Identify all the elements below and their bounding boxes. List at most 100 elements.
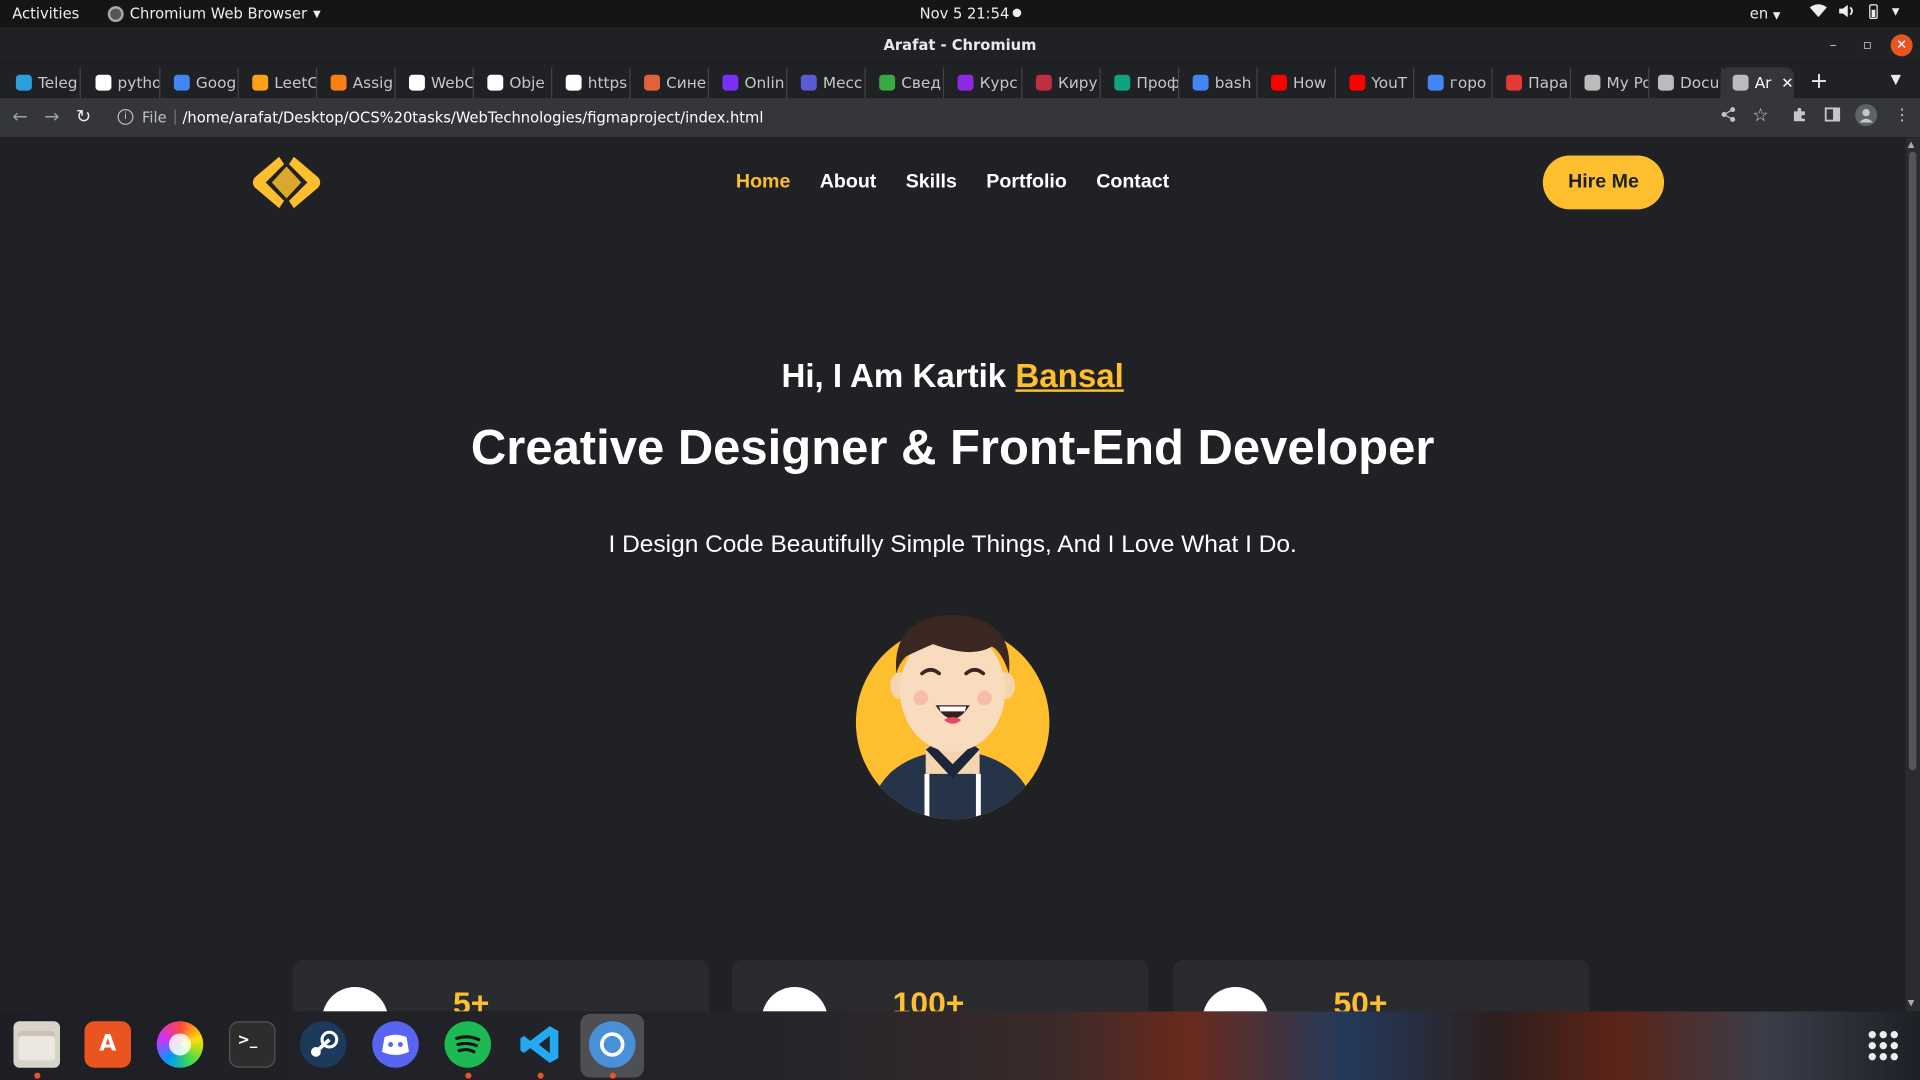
clock[interactable]: Nov 5 21:54: [920, 5, 1010, 22]
nav-link-skills[interactable]: Skills: [906, 171, 957, 193]
spotify-icon[interactable]: [444, 1021, 492, 1068]
github-icon: [95, 74, 112, 91]
browser-tab[interactable]: LeetC: [240, 67, 318, 98]
steam-icon[interactable]: [300, 1021, 347, 1068]
tab-label: How: [1293, 73, 1327, 92]
tab-strip: + ▼ Teleg pytho Goog LeetC Assig WebC Obje http…: [0, 63, 1920, 98]
nav-link-portfolio[interactable]: Portfolio: [986, 171, 1067, 193]
scheme-label: File: [142, 108, 167, 127]
site-info-icon[interactable]: i: [117, 108, 134, 125]
browser-tab[interactable]: Assig: [318, 67, 396, 98]
scroll-up-arrow[interactable]: ▲: [1908, 140, 1915, 150]
show-apps-icon[interactable]: [1868, 1031, 1898, 1061]
google-translate-icon: [173, 74, 190, 91]
tab-label: Свед: [901, 73, 941, 92]
browser-tab[interactable]: Пара: [1494, 67, 1572, 98]
system-status-menu[interactable]: ▼: [1809, 4, 1899, 24]
site-icon: [644, 74, 661, 91]
files-icon[interactable]: [13, 1021, 61, 1068]
chatgpt-icon: [1114, 74, 1131, 91]
forward-button[interactable]: →: [44, 105, 59, 127]
browser-tab[interactable]: WebC: [397, 67, 474, 98]
scheme-separator: |: [172, 107, 178, 125]
terminal-icon[interactable]: >_: [228, 1021, 276, 1068]
app-store-icon[interactable]: A: [84, 1021, 132, 1068]
activities-button[interactable]: Activities: [12, 5, 79, 22]
close-window-button[interactable]: ✕: [1890, 34, 1913, 57]
browser-tab[interactable]: pytho: [83, 67, 161, 98]
google-icon: [1192, 74, 1209, 91]
share-icon[interactable]: [1720, 107, 1736, 128]
maximize-button[interactable]: ▫: [1856, 34, 1878, 56]
back-button[interactable]: ←: [12, 105, 27, 127]
nav-link-contact[interactable]: Contact: [1096, 171, 1169, 193]
medium-icon: [487, 74, 504, 91]
browser-tab[interactable]: Свед: [867, 67, 945, 98]
browser-tab[interactable]: My Po: [1572, 67, 1650, 98]
scrollbar-thumb[interactable]: [1908, 151, 1917, 771]
browser-tab[interactable]: горо: [1416, 67, 1493, 98]
tab-label: Сине: [666, 73, 707, 92]
tab-label: bash: [1214, 73, 1252, 92]
extensions-icon[interactable]: [1791, 107, 1807, 128]
window-title: Arafat - Chromium: [883, 36, 1037, 54]
minimize-button[interactable]: –: [1822, 34, 1844, 56]
tab-label: Киру: [1057, 73, 1098, 92]
running-indicator: [537, 1072, 544, 1079]
reload-button[interactable]: ↻: [76, 105, 91, 127]
browser-tab[interactable]: YouT: [1337, 67, 1415, 98]
page-scrollbar[interactable]: ▲ ▼: [1905, 137, 1920, 1012]
tab-label: Mecc: [822, 73, 863, 92]
running-indicator: [609, 1072, 616, 1079]
address-bar[interactable]: i File | /home/arafat/Desktop/OCS%20task…: [106, 101, 1785, 134]
site-logo[interactable]: [252, 156, 321, 209]
browser-tab[interactable]: Docu: [1646, 67, 1723, 98]
app-menu[interactable]: Chromium Web Browser ▼: [107, 4, 321, 23]
tab-search-button[interactable]: ▼: [1891, 71, 1901, 87]
browser-tab[interactable]: https: [553, 67, 631, 98]
browser-toolbar: ← → ↻ i File | /home/arafat/Desktop/OCS%…: [0, 97, 1920, 138]
tab-label: Goog: [195, 73, 237, 92]
browser-tab[interactable]: bash: [1180, 67, 1258, 98]
color-picker-icon[interactable]: [156, 1021, 204, 1068]
vscode-icon[interactable]: [517, 1021, 564, 1068]
browser-tab[interactable]: Ar ✕: [1720, 67, 1794, 98]
app-menu-label: Chromium Web Browser: [129, 4, 308, 23]
browser-tab[interactable]: Teleg: [4, 67, 81, 98]
google-icon: [1427, 74, 1444, 91]
bookmark-star-icon[interactable]: ☆: [1752, 104, 1768, 126]
new-tab-button[interactable]: +: [1810, 69, 1828, 95]
discord-icon[interactable]: [372, 1021, 419, 1068]
browser-tab[interactable]: How: [1259, 67, 1336, 98]
nav-link-about[interactable]: About: [820, 171, 877, 193]
browser-tab[interactable]: Onlin: [710, 67, 788, 98]
keyboard-layout-menu[interactable]: en ▼: [1750, 5, 1781, 22]
hire-me-button[interactable]: Hire Me: [1542, 155, 1665, 210]
leetcode-icon: [252, 74, 269, 91]
browser-tab[interactable]: Проф: [1102, 67, 1180, 98]
projects-icon: [761, 986, 828, 1012]
browser-tab[interactable]: Mecc: [789, 67, 866, 98]
greeting: Hi, I Am Kartik Bansal: [0, 358, 1905, 396]
greeting-name-link[interactable]: Bansal: [1015, 358, 1123, 395]
side-panel-icon[interactable]: [1824, 107, 1841, 128]
github-icon: [408, 74, 425, 91]
chromium-app-icon: [107, 5, 124, 22]
browser-menu-icon[interactable]: ⋮: [1894, 107, 1910, 125]
profile-avatar-icon[interactable]: [1855, 104, 1878, 131]
url-text[interactable]: /home/arafat/Desktop/OCS%20tasks/WebTech…: [182, 109, 763, 126]
scroll-down-arrow[interactable]: ▼: [1908, 998, 1915, 1008]
browser-tab[interactable]: Goog: [162, 67, 239, 98]
tab-label: Пара: [1528, 73, 1569, 92]
nav-link-home[interactable]: Home: [736, 171, 790, 193]
browser-tab[interactable]: Сине: [632, 67, 709, 98]
experience-icon: [322, 986, 389, 1012]
tab-label: WebC: [431, 73, 474, 92]
browser-tab[interactable]: Obje: [475, 67, 553, 98]
tab-label: Курс: [979, 73, 1018, 92]
tab-label: Obje: [509, 73, 545, 92]
browser-tab[interactable]: Киру: [1024, 67, 1101, 98]
close-tab-icon[interactable]: ✕: [1781, 74, 1793, 91]
chromium-icon[interactable]: [588, 1021, 636, 1068]
browser-tab[interactable]: Курс: [945, 67, 1023, 98]
